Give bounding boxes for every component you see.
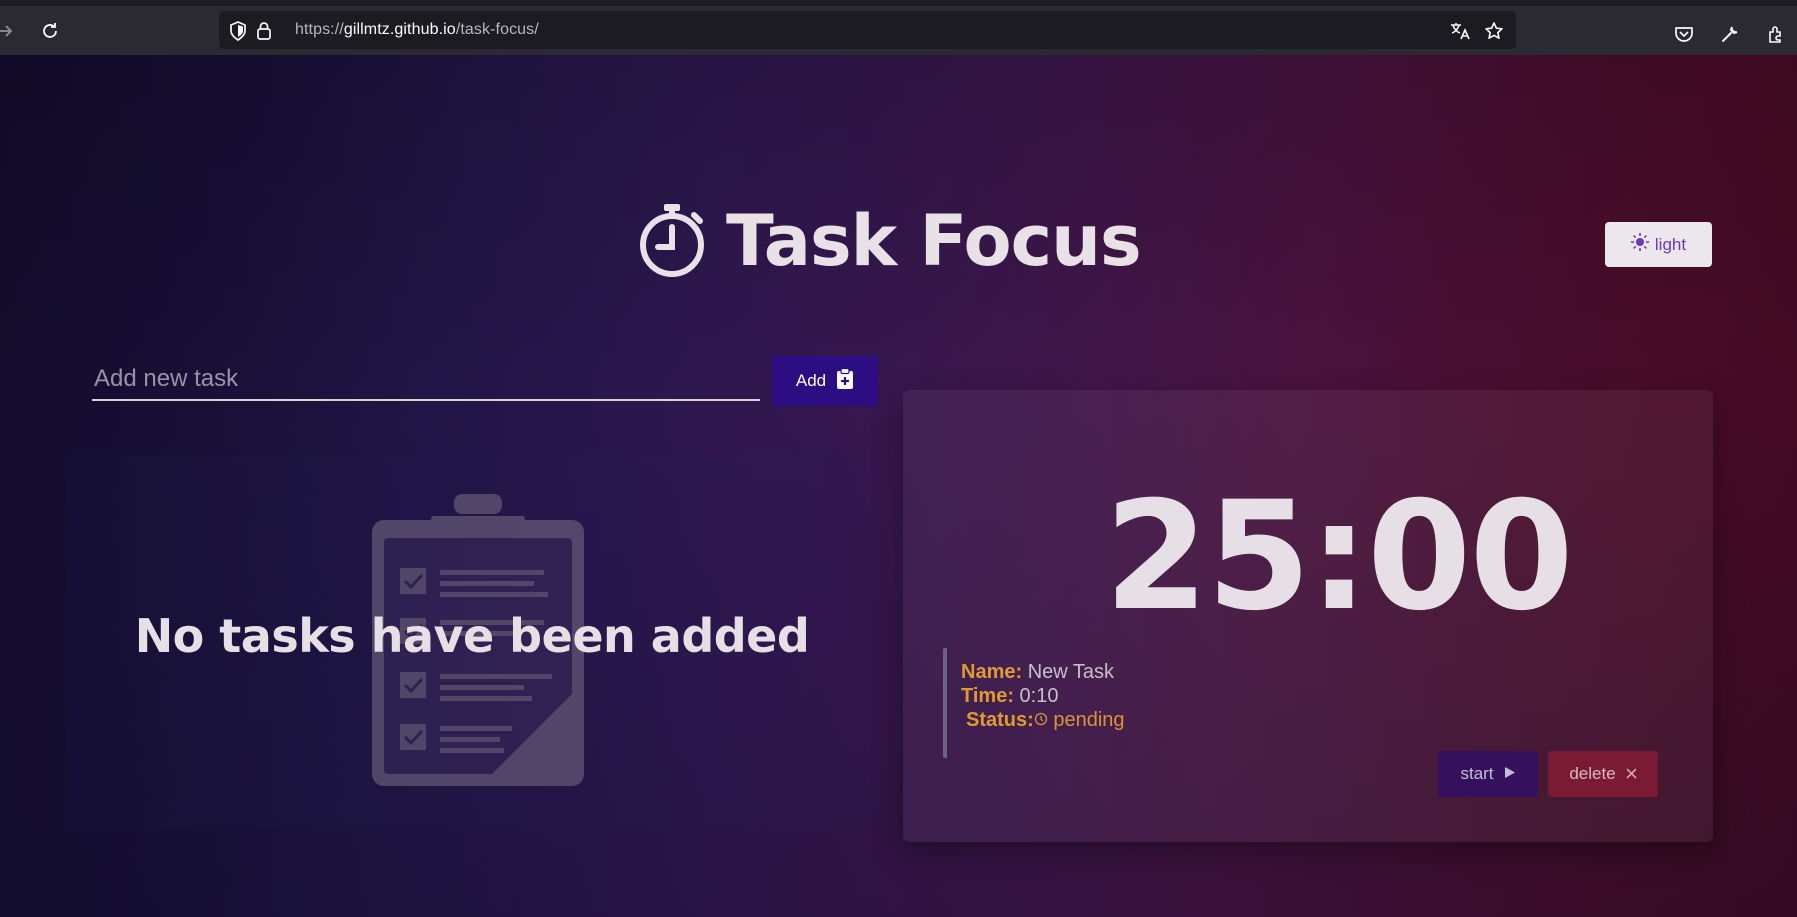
task-time-key: Time: xyxy=(961,685,1014,707)
extensions-icon[interactable] xyxy=(1764,22,1788,46)
task-time-row: Time: 0:10 xyxy=(961,684,1125,708)
theme-toggle-button[interactable]: light xyxy=(1605,222,1712,267)
clipboard-plus-icon xyxy=(836,367,854,395)
url-text[interactable]: https://gillmtz.github.io/task-focus/ xyxy=(295,21,539,39)
clock-icon xyxy=(1034,709,1048,731)
delete-button-label: delete xyxy=(1569,764,1616,783)
task-input[interactable] xyxy=(92,353,760,399)
bookmark-star-icon[interactable] xyxy=(1483,20,1505,42)
shield-icon[interactable] xyxy=(227,20,249,42)
stopwatch-icon xyxy=(636,201,708,281)
play-icon xyxy=(1504,764,1516,784)
task-status-key: Status: xyxy=(966,709,1034,731)
wrench-icon[interactable] xyxy=(1718,22,1742,46)
task-time-value: 0:10 xyxy=(1019,685,1059,707)
theme-toggle-label: light xyxy=(1654,234,1687,254)
translate-icon[interactable] xyxy=(1449,20,1471,42)
task-name-value: New Task xyxy=(1027,661,1115,683)
add-task-button[interactable]: Add xyxy=(772,356,878,406)
start-button-label: start xyxy=(1460,764,1494,783)
add-button-label: Add xyxy=(795,371,827,390)
delete-button[interactable]: delete xyxy=(1548,751,1658,797)
app-header: Task Focus xyxy=(636,196,1142,286)
empty-tasks-message: No tasks have been added xyxy=(134,609,810,663)
url-scheme: https:// xyxy=(295,21,344,38)
browser-toolbar: https://gillmtz.github.io/task-focus/ xyxy=(0,0,1797,55)
current-task-info: Name: New Task Time: 0:10 Status: pendin… xyxy=(943,648,1125,758)
task-status-value: pending xyxy=(1053,709,1125,731)
lock-icon[interactable] xyxy=(253,20,275,42)
task-name-key: Name: xyxy=(961,661,1023,683)
start-button[interactable]: start xyxy=(1438,751,1538,797)
task-name-row: Name: New Task xyxy=(961,660,1125,684)
timer-display: 25:00 xyxy=(1104,470,1573,644)
app-page: Task Focus light Add new task Add No tas… xyxy=(0,55,1797,917)
address-bar[interactable]: https://gillmtz.github.io/task-focus/ xyxy=(219,11,1516,49)
task-input-container xyxy=(92,353,760,401)
sun-icon xyxy=(1630,233,1649,256)
task-status-row: Status: pending xyxy=(961,708,1125,732)
reload-icon[interactable] xyxy=(38,19,62,43)
task-list-panel: No tasks have been added xyxy=(66,454,878,828)
app-title: Task Focus xyxy=(726,200,1142,282)
url-host: gillmtz.github.io xyxy=(343,21,456,38)
url-path: /task-focus/ xyxy=(455,21,539,38)
forward-icon[interactable] xyxy=(0,19,18,43)
close-icon xyxy=(1626,764,1637,784)
timer-panel: 25:00 Name: New Task Time: 0:10 Status: … xyxy=(903,390,1713,842)
pocket-icon[interactable] xyxy=(1672,22,1696,46)
